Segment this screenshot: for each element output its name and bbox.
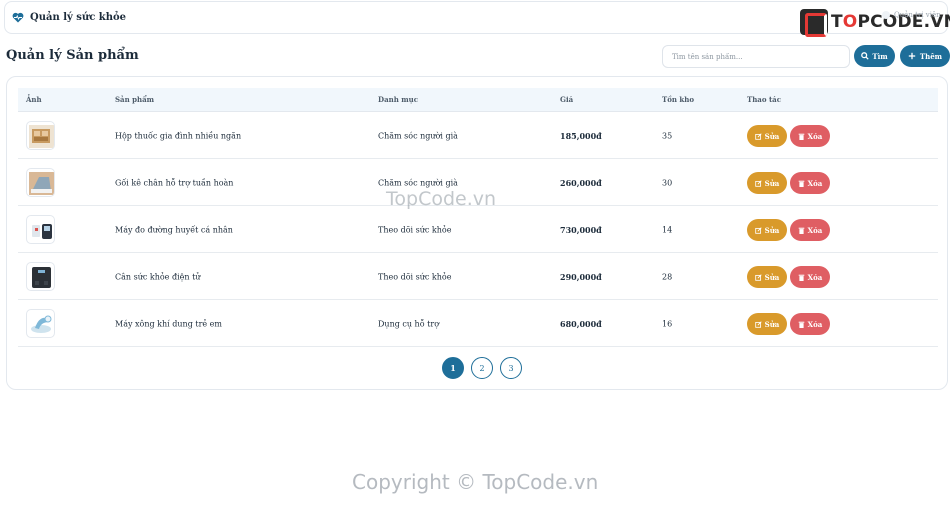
- search-button-label: Tìm: [872, 51, 888, 61]
- product-category: Dụng cụ hỗ trợ: [378, 319, 440, 328]
- add-button-label: Thêm: [919, 51, 943, 61]
- product-stock: 28: [662, 272, 673, 281]
- product-price: 185,000đ: [560, 130, 602, 141]
- plus-icon: [908, 52, 916, 60]
- topcode-logo-mark: [800, 9, 828, 37]
- user-icon: [882, 11, 890, 19]
- product-thumbnail: [26, 262, 55, 291]
- edit-label: Sửa: [764, 225, 780, 235]
- edit-button[interactable]: Sửa: [747, 125, 787, 147]
- delete-button[interactable]: Xóa: [790, 219, 830, 241]
- delete-label: Xóa: [807, 272, 823, 282]
- table-header: Ảnh Sản phẩm Danh mục Giá Tồn kho Thao t…: [18, 88, 938, 112]
- edit-label: Sửa: [764, 131, 780, 141]
- column-header-product: Sản phẩm: [115, 95, 155, 104]
- delete-button[interactable]: Xóa: [790, 172, 830, 194]
- add-product-button[interactable]: Thêm: [900, 45, 950, 67]
- product-category: Chăm sóc người già: [378, 178, 458, 187]
- product-stock: 35: [662, 131, 673, 140]
- column-header-image: Ảnh: [26, 95, 42, 104]
- leg-pillow-image: [29, 172, 54, 195]
- column-header-stock: Tồn kho: [662, 95, 695, 104]
- product-price: 290,000đ: [560, 271, 602, 282]
- product-table-card: Ảnh Sản phẩm Danh mục Giá Tồn kho Thao t…: [6, 76, 948, 390]
- edit-button[interactable]: Sửa: [747, 313, 787, 335]
- product-name: Máy đo đường huyết cá nhân: [115, 225, 233, 234]
- edit-icon: [754, 226, 762, 234]
- trash-icon: [798, 180, 804, 187]
- table-row: Cân sức khỏe điện tử Theo dõi sức khỏe 2…: [18, 254, 938, 300]
- product-price: 730,000đ: [560, 224, 602, 235]
- delete-label: Xóa: [807, 178, 823, 188]
- edit-icon: [754, 273, 762, 281]
- table-row: Hộp thuốc gia đình nhiều ngăn Chăm sóc n…: [18, 113, 938, 159]
- edit-icon: [754, 320, 762, 328]
- heart-pulse-icon: [12, 12, 24, 23]
- page-title: Quản lý Sản phẩm: [6, 48, 139, 63]
- trash-icon: [798, 321, 804, 328]
- search-icon: [861, 52, 870, 60]
- pagination: 1 2 3: [442, 357, 522, 379]
- product-category: Chăm sóc người già: [378, 131, 458, 140]
- admin-label: Quản trị viên: [894, 11, 941, 19]
- delete-label: Xóa: [807, 225, 823, 235]
- app-brand[interactable]: Quản lý sức khỏe: [12, 12, 126, 23]
- product-price: 260,000đ: [560, 177, 602, 188]
- product-thumbnail: [26, 121, 55, 150]
- edit-label: Sửa: [764, 319, 780, 329]
- page-button-2[interactable]: 2: [471, 357, 493, 379]
- edit-label: Sửa: [764, 178, 780, 188]
- page-button-3[interactable]: 3: [500, 357, 522, 379]
- search-input[interactable]: [662, 45, 850, 68]
- edit-button[interactable]: Sửa: [747, 266, 787, 288]
- delete-button[interactable]: Xóa: [790, 125, 830, 147]
- app-title: Quản lý sức khỏe: [30, 12, 127, 23]
- pillbox-image: [29, 125, 54, 148]
- watermark-center: TopCode.vn: [386, 188, 497, 210]
- product-name: Máy xông khí dung trẻ em: [115, 319, 222, 328]
- edit-button[interactable]: Sửa: [747, 172, 787, 194]
- product-stock: 30: [662, 178, 673, 187]
- column-header-price: Giá: [560, 95, 574, 104]
- table-row: Máy đo đường huyết cá nhân Theo dõi sức …: [18, 207, 938, 253]
- product-thumbnail: [26, 168, 55, 197]
- product-thumbnail: [26, 309, 55, 338]
- product-name: Gối kê chân hỗ trợ tuần hoàn: [115, 178, 234, 187]
- product-thumbnail: [26, 215, 55, 244]
- edit-icon: [754, 132, 762, 140]
- product-name: Cân sức khỏe điện tử: [115, 272, 201, 281]
- product-category: Theo dõi sức khỏe: [378, 272, 452, 281]
- product-name: Hộp thuốc gia đình nhiều ngăn: [115, 131, 242, 140]
- admin-menu[interactable]: Quản trị viên: [882, 11, 941, 19]
- trash-icon: [798, 227, 804, 234]
- scale-image: [32, 267, 51, 288]
- delete-label: Xóa: [807, 131, 823, 141]
- delete-label: Xóa: [807, 319, 823, 329]
- edit-label: Sửa: [764, 272, 780, 282]
- delete-button[interactable]: Xóa: [790, 266, 830, 288]
- product-category: Theo dõi sức khỏe: [378, 225, 452, 234]
- product-stock: 14: [662, 225, 673, 234]
- product-stock: 16: [662, 319, 673, 328]
- delete-button[interactable]: Xóa: [790, 313, 830, 335]
- edit-button[interactable]: Sửa: [747, 219, 787, 241]
- nebulizer-image: [31, 315, 52, 333]
- table-row: Máy xông khí dung trẻ em Dụng cụ hỗ trợ …: [18, 301, 938, 347]
- trash-icon: [798, 133, 804, 140]
- trash-icon: [798, 274, 804, 281]
- search-button[interactable]: Tìm: [854, 45, 895, 67]
- page-button-1[interactable]: 1: [442, 357, 464, 379]
- product-price: 680,000đ: [560, 318, 602, 329]
- column-header-actions: Thao tác: [747, 95, 781, 104]
- edit-icon: [754, 179, 762, 187]
- glucometer-image: [32, 224, 52, 239]
- column-header-category: Danh mục: [378, 95, 418, 104]
- watermark-copyright: Copyright © TopCode.vn: [352, 470, 599, 494]
